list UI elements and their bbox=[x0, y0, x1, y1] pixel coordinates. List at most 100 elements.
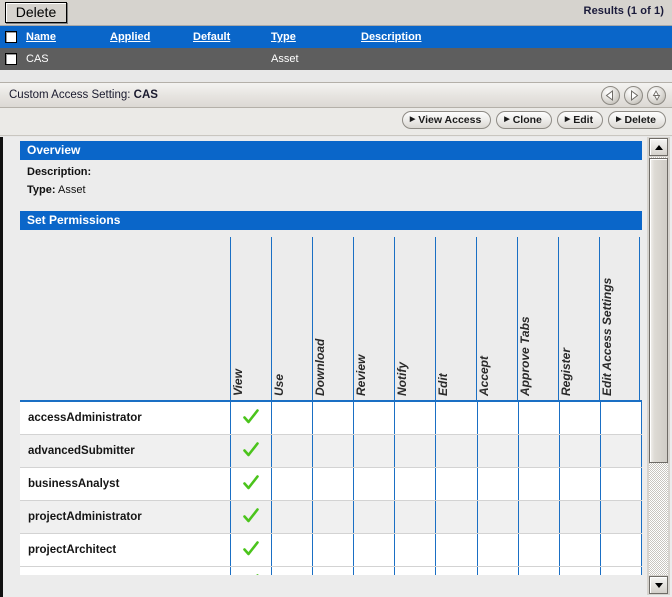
permissions-table-wrapper: View Use Download Review Notify Edit Accept App… bbox=[20, 237, 643, 597]
permission-cell[interactable] bbox=[558, 467, 601, 501]
permission-cell[interactable] bbox=[229, 533, 272, 567]
scroll-up-button[interactable] bbox=[649, 138, 668, 156]
permission-cell[interactable] bbox=[353, 533, 395, 567]
next-record-button[interactable] bbox=[624, 86, 643, 105]
row-select-checkbox[interactable] bbox=[5, 53, 17, 65]
scrollbar-thumb[interactable] bbox=[649, 158, 668, 463]
permission-cell[interactable] bbox=[599, 500, 643, 534]
results-grid-header-row: Name Applied Default Type Description bbox=[0, 26, 672, 48]
permission-cell[interactable] bbox=[599, 533, 643, 567]
column-header-applied[interactable]: Applied bbox=[110, 31, 193, 43]
permission-cell[interactable] bbox=[517, 500, 560, 534]
permission-cell[interactable] bbox=[271, 500, 313, 534]
permissions-table-body: accessAdministrator advancedSubmitter busi… bbox=[20, 400, 643, 597]
permission-cell[interactable] bbox=[558, 500, 601, 534]
permission-cell[interactable] bbox=[312, 400, 354, 435]
permission-cell[interactable] bbox=[312, 434, 354, 468]
previous-record-button[interactable] bbox=[601, 86, 620, 105]
permission-cell[interactable] bbox=[435, 467, 478, 501]
permission-cell[interactable] bbox=[517, 467, 560, 501]
permission-cell[interactable] bbox=[558, 434, 601, 468]
permission-cell[interactable] bbox=[435, 533, 478, 567]
permission-cell[interactable] bbox=[435, 500, 478, 534]
permission-cell[interactable] bbox=[599, 467, 643, 501]
permission-cell[interactable] bbox=[312, 533, 354, 567]
delete-button-top[interactable]: Delete bbox=[5, 2, 67, 23]
permission-cell[interactable] bbox=[271, 434, 313, 468]
permissions-column-headers: View Use Download Review Notify Edit Accept App… bbox=[20, 237, 642, 400]
permission-cell[interactable] bbox=[476, 533, 519, 567]
edit-button[interactable]: ▶ Edit bbox=[556, 111, 604, 129]
permission-cell[interactable] bbox=[558, 400, 601, 435]
permission-cell[interactable] bbox=[312, 467, 354, 501]
scroll-down-button[interactable] bbox=[649, 576, 668, 594]
delete-button[interactable]: ▶ Delete bbox=[608, 111, 666, 129]
permission-cell[interactable] bbox=[394, 434, 436, 468]
permission-cell[interactable] bbox=[353, 467, 395, 501]
permissions-header-spacer bbox=[20, 237, 230, 400]
permission-cell[interactable] bbox=[353, 500, 395, 534]
column-header-default[interactable]: Default bbox=[193, 31, 271, 43]
permission-cell[interactable] bbox=[476, 467, 519, 501]
permission-cell[interactable] bbox=[599, 400, 643, 435]
permission-column-header: Approve Tabs bbox=[517, 237, 558, 400]
triangle-icon: ▶ bbox=[409, 116, 416, 123]
permission-cell[interactable] bbox=[229, 467, 272, 501]
column-header-type[interactable]: Type bbox=[271, 31, 361, 43]
check-icon bbox=[243, 541, 259, 556]
permission-cell[interactable] bbox=[599, 434, 643, 468]
check-icon bbox=[243, 442, 259, 457]
permission-cell[interactable] bbox=[394, 400, 436, 435]
permission-cell[interactable] bbox=[558, 533, 601, 567]
up-down-icon bbox=[652, 90, 661, 101]
permission-cell[interactable] bbox=[229, 500, 272, 534]
permission-column-label: Download bbox=[313, 338, 327, 396]
permission-cell[interactable] bbox=[517, 434, 560, 468]
clone-button[interactable]: ▶ Clone bbox=[496, 111, 552, 129]
permission-cell[interactable] bbox=[517, 533, 560, 567]
select-all-checkbox[interactable] bbox=[5, 31, 17, 43]
expand-collapse-button[interactable] bbox=[647, 86, 666, 105]
permission-column-label: Approve Tabs bbox=[518, 316, 532, 396]
permission-cell[interactable] bbox=[271, 467, 313, 501]
overview-type-value: Asset bbox=[57, 184, 86, 196]
permission-column-header: Register bbox=[558, 237, 599, 400]
check-icon bbox=[243, 475, 259, 490]
permission-role-label: projectAdministrator bbox=[20, 500, 231, 534]
view-access-button[interactable]: ▶ View Access bbox=[401, 111, 492, 129]
permission-cell[interactable] bbox=[229, 400, 272, 435]
permission-cell[interactable] bbox=[476, 434, 519, 468]
overview-description-label: Description: bbox=[27, 166, 92, 178]
permission-cell[interactable] bbox=[394, 533, 436, 567]
permission-cell[interactable] bbox=[476, 400, 519, 435]
delete-button-label: Delete bbox=[624, 114, 656, 126]
top-toolbar: Delete Results (1 of 1) bbox=[0, 0, 672, 26]
permission-cell[interactable] bbox=[517, 400, 560, 435]
permission-cell[interactable] bbox=[312, 500, 354, 534]
column-header-name[interactable]: Name bbox=[26, 31, 110, 43]
vertical-scrollbar[interactable] bbox=[647, 137, 670, 595]
permission-cell[interactable] bbox=[476, 500, 519, 534]
permission-column-header: Review bbox=[353, 237, 394, 400]
panel-bottom-mask bbox=[6, 575, 647, 597]
permission-cell[interactable] bbox=[229, 434, 272, 468]
permission-cell[interactable] bbox=[435, 434, 478, 468]
permission-cell[interactable] bbox=[394, 467, 436, 501]
permission-row: projectArchitect bbox=[20, 533, 643, 567]
permission-role-label: advancedSubmitter bbox=[20, 434, 231, 468]
permission-cell[interactable] bbox=[353, 400, 395, 435]
permission-cell[interactable] bbox=[435, 400, 478, 435]
cell-type: Asset bbox=[271, 53, 299, 65]
results-grid-row[interactable]: CAS Asset bbox=[0, 48, 672, 70]
permission-cell[interactable] bbox=[353, 434, 395, 468]
cell-name: CAS bbox=[26, 53, 49, 65]
record-nav-buttons bbox=[601, 86, 666, 105]
row-select-cell bbox=[0, 53, 26, 65]
detail-title-value: CAS bbox=[133, 89, 158, 101]
permission-cell[interactable] bbox=[271, 400, 313, 435]
permission-cell[interactable] bbox=[394, 500, 436, 534]
column-header-description[interactable]: Description bbox=[361, 31, 501, 43]
view-access-button-label: View Access bbox=[418, 114, 482, 126]
permission-cell[interactable] bbox=[271, 533, 313, 567]
permission-row: accessAdministrator bbox=[20, 400, 643, 435]
